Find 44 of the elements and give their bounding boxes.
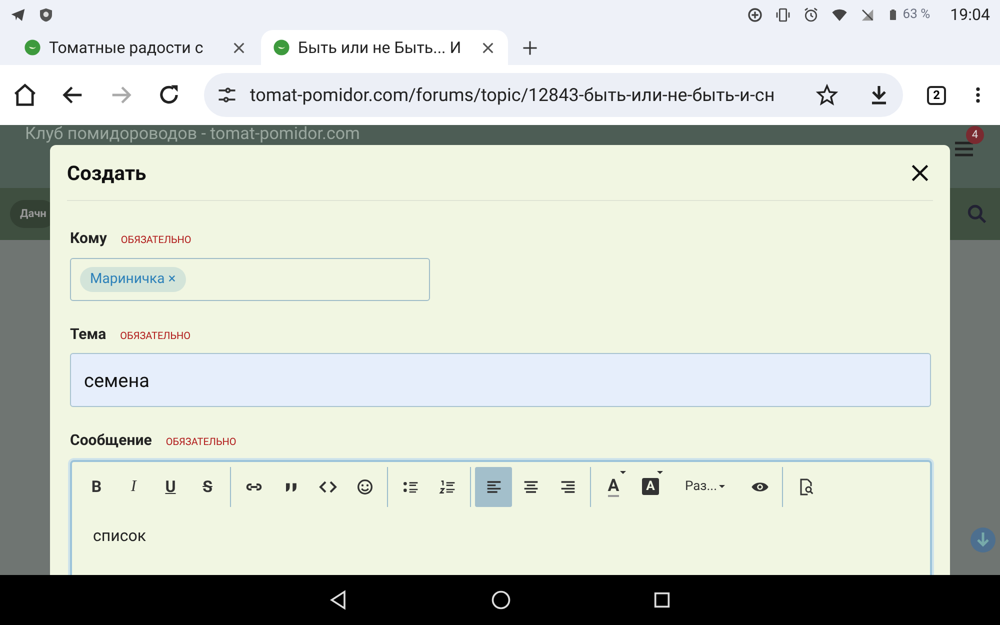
home-icon[interactable] [12,82,38,108]
browser-tab[interactable]: Быть или не Быть... И [261,30,508,65]
alarm-icon [802,7,819,23]
plus-icon [521,38,539,56]
italic-button[interactable]: I [115,466,152,506]
address-bar[interactable]: tomat-pomidor.com/forums/topic/12843-быть-или-не-быть-и-сн [204,73,904,117]
recents-square-icon[interactable] [652,590,672,610]
required-label: ОБЯЗАТЕЛЬНО [166,436,236,450]
field-label: Сообщение [70,430,152,451]
emoji-icon [354,476,374,496]
favicon-icon [24,39,41,56]
text-color-button[interactable]: A [595,466,632,506]
tab-title: Быть или не Быть... И [298,36,462,58]
editor-text: список [92,524,147,546]
site-title: Клуб помидороводов - tomat-pomidor.com [25,125,360,144]
subject-field[interactable]: семена [70,353,931,407]
message-editor[interactable]: B I U S A A Раз... список [70,460,932,575]
favicon-icon [273,39,290,56]
tab-count-button[interactable]: 2 [927,86,946,104]
data-saver-icon [746,7,763,23]
field-label: Тема [70,324,106,344]
field-label: Кому [70,228,107,249]
paper-plane-icon [10,7,26,23]
url-text: tomat-pomidor.com/forums/topic/12843-быть-или-не-быть-и-сн [250,84,776,108]
battery-percent: 63 % [902,6,930,24]
bg-color-button[interactable]: A [632,466,669,506]
star-icon[interactable] [815,83,840,107]
clock-time: 19:04 [950,4,990,26]
size-button[interactable]: Раз... [669,466,741,506]
home-circle-icon[interactable] [490,589,512,611]
required-label: ОБЯЗАТЕЛЬНО [120,330,191,344]
strike-button[interactable]: S [189,466,226,506]
vibrate-icon [774,7,791,23]
browser-tab[interactable]: Томатные радости с [12,30,259,65]
wifi-icon [830,7,848,23]
shield-icon [38,7,54,23]
underline-button[interactable]: U [152,466,189,506]
tab-title: Томатные радости с [49,36,204,58]
align-left-button[interactable] [475,466,512,506]
dialog-title: Создать [67,160,146,186]
bold-button[interactable]: B [78,466,115,506]
required-label: ОБЯЗАТЕЛЬНО [120,234,192,248]
notification-badge: 4 [966,126,984,144]
no-signal-icon [860,7,875,23]
